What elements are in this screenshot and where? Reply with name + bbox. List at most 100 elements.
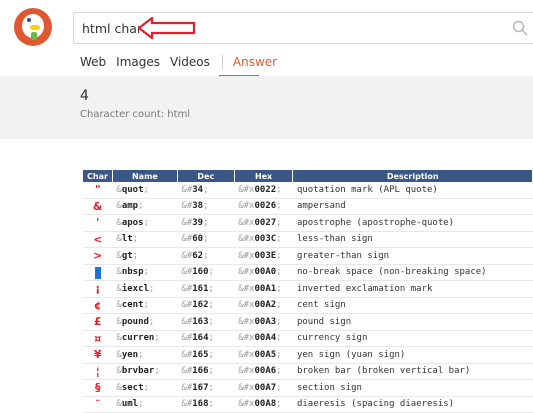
description-cell: ampersand <box>292 198 533 215</box>
name-cell: &amp; <box>112 198 178 215</box>
char-cell: ¡ <box>83 280 113 298</box>
hex-value: 00A2 <box>254 300 277 311</box>
hex-suffix: ; <box>276 366 282 377</box>
entity-suffix: ; <box>143 184 149 195</box>
hex-value: 0026 <box>254 201 277 212</box>
description-cell: yen sign (yuan sign) <box>292 346 533 364</box>
table-header-row: Char Name Dec Hex Description <box>83 170 533 182</box>
hex-cell: &#x0022; <box>234 182 293 199</box>
entity-name: cent <box>121 300 144 311</box>
search-icon[interactable] <box>512 20 528 36</box>
dec-cell: &#164; <box>177 330 235 347</box>
tab-videos[interactable]: Videos <box>170 55 210 69</box>
description-cell: quotation mark (APL quote) <box>292 182 533 199</box>
dec-suffix: ; <box>203 201 209 212</box>
char-cell: ¨ <box>83 396 113 413</box>
hex-suffix: ; <box>276 349 282 360</box>
entity-name: iexcl <box>121 283 149 294</box>
dec-prefix: &# <box>181 333 193 344</box>
entity-suffix: ; <box>143 267 149 278</box>
dec-value: 167 <box>192 382 209 393</box>
duck-tie <box>31 32 37 40</box>
hex-suffix: ; <box>276 316 282 327</box>
tab-web[interactable]: Web <box>80 55 106 69</box>
description-cell: pound sign <box>292 313 533 331</box>
hex-value: 00A3 <box>254 316 277 327</box>
dec-value: 166 <box>192 366 209 377</box>
answer-panel: 4 Character count: html <box>0 76 533 139</box>
dec-value: 163 <box>192 316 209 327</box>
hex-prefix: &#x <box>238 250 255 261</box>
duck-beak <box>30 25 40 30</box>
entity-name: lt <box>121 234 133 245</box>
hex-value: 00A0 <box>254 267 277 278</box>
hex-prefix: &#x <box>238 267 255 278</box>
dec-suffix: ; <box>208 316 214 327</box>
char-cell: " <box>83 182 113 199</box>
answer-value: 4 <box>80 88 89 104</box>
hex-cell: &#x00A1; <box>234 280 293 298</box>
table-row: ¤ &curren; &#164; &#x00A4; currency sign <box>83 330 533 347</box>
hex-value: 00A4 <box>254 333 277 344</box>
dec-prefix: &# <box>181 217 193 228</box>
hex-suffix: ; <box>276 267 282 278</box>
hex-prefix: &#x <box>238 333 255 344</box>
hex-cell: &#x00A3; <box>234 313 293 331</box>
dec-prefix: &# <box>181 184 193 195</box>
dec-value: 60 <box>192 234 204 245</box>
dec-prefix: &# <box>181 234 193 245</box>
hex-suffix: ; <box>276 283 282 294</box>
dec-prefix: &# <box>181 267 193 278</box>
annotation-arrow-icon <box>138 17 196 39</box>
dec-prefix: &# <box>181 201 193 212</box>
hex-prefix: &#x <box>238 316 255 327</box>
entity-suffix: ; <box>143 300 149 311</box>
hex-cell: &#x0027; <box>234 214 293 232</box>
table-row: & &amp; &#38; &#x0026; ampersand <box>83 198 533 215</box>
description-cell: apostrophe (apostrophe-quote) <box>292 214 533 232</box>
entity-name: amp <box>121 201 139 212</box>
hex-prefix: &#x <box>238 184 255 195</box>
dec-prefix: &# <box>181 283 193 294</box>
dec-cell: &#62; <box>177 247 235 265</box>
dec-prefix: &# <box>181 366 193 377</box>
hex-suffix: ; <box>276 217 282 228</box>
dec-suffix: ; <box>208 333 214 344</box>
hex-value: 00A7 <box>254 382 277 393</box>
hex-prefix: &#x <box>238 201 255 212</box>
char-cell: & <box>83 198 113 215</box>
dec-cell: &#39; <box>177 214 235 232</box>
duckduckgo-logo[interactable] <box>14 8 52 46</box>
name-cell: &iexcl; <box>112 280 178 298</box>
entity-name: pound <box>121 316 149 327</box>
tab-answer[interactable]: Answer <box>233 55 277 69</box>
hex-prefix: &#x <box>238 234 255 245</box>
char-cell: ¥ <box>83 346 113 364</box>
name-cell: &gt; <box>112 247 178 265</box>
dec-suffix: ; <box>208 267 214 278</box>
dec-cell: &#34; <box>177 182 235 199</box>
tab-images[interactable]: Images <box>116 55 160 69</box>
answer-label: Character count: html <box>80 109 191 120</box>
dec-value: 162 <box>192 300 209 311</box>
dec-cell: &#167; <box>177 379 235 397</box>
dec-cell: &#163; <box>177 313 235 331</box>
char-cell: ¢ <box>83 297 113 314</box>
dec-cell: &#168; <box>177 396 235 413</box>
hex-suffix: ; <box>276 382 282 393</box>
table-row: &nbsp; &#160; &#x00A0; no-break space (non-… <box>83 264 533 281</box>
hex-prefix: &#x <box>238 283 255 294</box>
hex-value: 0022 <box>254 184 277 195</box>
hex-suffix: ; <box>276 184 282 195</box>
dec-prefix: &# <box>181 316 193 327</box>
hex-cell: &#x003C; <box>234 231 293 248</box>
hex-value: 003C <box>254 234 277 245</box>
name-cell: &curren; <box>112 330 178 347</box>
description-cell: greater-than sign <box>292 247 533 265</box>
entity-name: brvbar <box>121 366 155 377</box>
description-cell: currency sign <box>292 330 533 347</box>
hex-cell: &#x0026; <box>234 198 293 215</box>
entity-suffix: ; <box>148 316 155 327</box>
char-cell: § <box>83 379 113 397</box>
duck-eye <box>27 18 31 22</box>
